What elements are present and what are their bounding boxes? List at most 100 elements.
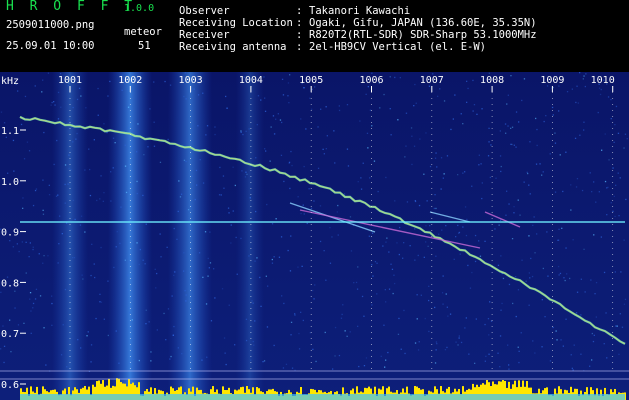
speckle xyxy=(90,274,92,277)
speckle xyxy=(474,260,477,263)
speckle xyxy=(124,259,126,261)
speckle xyxy=(43,131,45,134)
speckle xyxy=(355,281,358,284)
speckle xyxy=(337,204,339,207)
speckle xyxy=(39,295,42,297)
y-tick-label: 0.8 xyxy=(1,278,19,289)
speckle xyxy=(570,354,572,356)
speckle xyxy=(428,299,430,302)
speckle xyxy=(474,234,477,237)
speckle xyxy=(557,265,560,268)
speckle xyxy=(89,194,92,197)
speckle xyxy=(56,139,58,142)
speckle xyxy=(173,227,175,230)
x-tick-label: 1001 xyxy=(58,75,82,86)
speckle xyxy=(100,301,103,303)
speckle xyxy=(271,262,274,264)
speckle xyxy=(593,181,595,183)
speckle xyxy=(311,88,313,91)
speckle xyxy=(508,368,510,370)
speckle xyxy=(3,122,6,124)
speckle xyxy=(414,83,416,86)
speckle xyxy=(489,301,491,303)
speckle xyxy=(180,193,183,195)
speckle xyxy=(365,357,368,359)
speckle xyxy=(30,310,32,312)
speckle xyxy=(367,86,369,88)
speckle xyxy=(281,78,284,80)
speckle xyxy=(94,276,96,279)
speckle xyxy=(467,264,469,267)
speckle xyxy=(124,165,127,167)
speckle xyxy=(80,347,82,349)
speckle xyxy=(179,196,182,198)
speckle xyxy=(66,366,68,368)
speckle xyxy=(418,341,420,343)
speckle xyxy=(564,279,566,282)
speckle xyxy=(309,97,311,99)
speckle xyxy=(156,329,158,331)
speckle xyxy=(504,123,507,125)
spectrogram-background xyxy=(0,72,629,400)
speckle xyxy=(442,303,444,305)
speckle xyxy=(528,184,530,186)
speckle xyxy=(497,264,500,266)
speckle xyxy=(393,274,395,276)
speckle xyxy=(436,343,438,345)
speckle xyxy=(305,128,307,130)
speckle xyxy=(510,127,512,129)
speckle xyxy=(171,295,173,297)
speckle xyxy=(207,275,209,277)
speckle xyxy=(222,175,225,177)
speckle xyxy=(85,107,87,109)
speckle xyxy=(474,362,476,364)
speckle xyxy=(53,101,55,103)
speckle xyxy=(396,242,398,244)
speckle xyxy=(583,121,585,123)
speckle xyxy=(595,316,597,318)
speckle xyxy=(142,259,144,261)
speckle xyxy=(439,88,441,90)
speckle xyxy=(414,342,417,344)
speckle xyxy=(12,246,14,248)
speckle xyxy=(521,99,523,102)
speckle xyxy=(531,275,534,278)
speckle xyxy=(173,325,175,328)
x-tick-label: 1003 xyxy=(179,75,203,86)
speckle xyxy=(500,219,502,221)
speckle xyxy=(314,86,316,88)
speckle xyxy=(569,277,571,280)
speckle xyxy=(320,108,322,110)
speckle xyxy=(450,128,452,131)
speckle xyxy=(131,319,133,321)
speckle xyxy=(425,241,427,243)
speckle xyxy=(360,177,362,179)
speckle xyxy=(57,118,60,120)
speckle xyxy=(219,166,221,169)
speckle xyxy=(153,81,155,83)
speckle xyxy=(112,137,115,139)
speckle xyxy=(271,223,274,225)
speckle xyxy=(20,123,23,126)
speckle xyxy=(95,317,97,320)
speckle xyxy=(344,330,346,332)
speckle xyxy=(515,111,518,113)
speckle xyxy=(280,154,283,156)
speckle xyxy=(435,152,437,154)
speckle xyxy=(14,307,16,309)
speckle xyxy=(547,275,549,277)
speckle xyxy=(500,170,502,173)
receiver-label: Receiver xyxy=(179,29,230,41)
speckle xyxy=(577,102,579,104)
speckle xyxy=(336,211,338,213)
speckle xyxy=(136,151,138,153)
speckle xyxy=(232,166,234,168)
speckle xyxy=(263,76,265,78)
speckle xyxy=(84,169,86,171)
speckle xyxy=(174,271,176,273)
speckle xyxy=(581,189,584,192)
speckle xyxy=(434,306,436,309)
speckle xyxy=(254,320,256,322)
speckle xyxy=(193,88,195,90)
location-label: Receiving Location xyxy=(179,17,293,29)
